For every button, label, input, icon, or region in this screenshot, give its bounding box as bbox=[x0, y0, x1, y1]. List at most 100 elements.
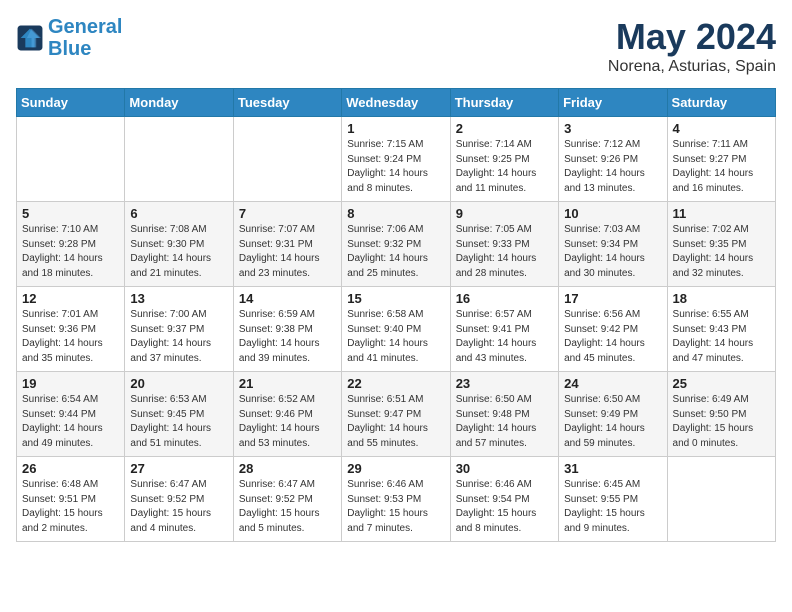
calendar-cell: 19Sunrise: 6:54 AMSunset: 9:44 PMDayligh… bbox=[17, 372, 125, 457]
calendar-header: SundayMondayTuesdayWednesdayThursdayFrid… bbox=[17, 89, 776, 117]
day-content: Sunrise: 7:07 AMSunset: 9:31 PMDaylight:… bbox=[239, 223, 336, 281]
day-number: 13 bbox=[130, 291, 227, 306]
day-info-line: and 55 minutes. bbox=[347, 438, 418, 449]
day-info-line: Daylight: 15 hours bbox=[22, 508, 103, 519]
day-info-line: Daylight: 14 hours bbox=[456, 338, 537, 349]
day-info-line: Sunrise: 6:53 AM bbox=[130, 394, 206, 405]
day-number: 11 bbox=[673, 206, 770, 221]
day-info-line: Sunset: 9:25 PM bbox=[456, 154, 530, 165]
day-number: 18 bbox=[673, 291, 770, 306]
day-content: Sunrise: 7:05 AMSunset: 9:33 PMDaylight:… bbox=[456, 223, 553, 281]
day-info-line: Daylight: 14 hours bbox=[130, 423, 211, 434]
day-info-line: Sunrise: 6:49 AM bbox=[673, 394, 749, 405]
calendar-cell: 9Sunrise: 7:05 AMSunset: 9:33 PMDaylight… bbox=[450, 202, 558, 287]
day-info-line: and 57 minutes. bbox=[456, 438, 527, 449]
day-content: Sunrise: 6:51 AMSunset: 9:47 PMDaylight:… bbox=[347, 393, 444, 451]
day-info-line: Sunrise: 7:07 AM bbox=[239, 224, 315, 235]
day-number: 8 bbox=[347, 206, 444, 221]
day-info-line: Daylight: 14 hours bbox=[456, 253, 537, 264]
day-info-line: and 16 minutes. bbox=[673, 183, 744, 194]
calendar-cell: 2Sunrise: 7:14 AMSunset: 9:25 PMDaylight… bbox=[450, 117, 558, 202]
day-info-line: Sunrise: 6:46 AM bbox=[456, 479, 532, 490]
day-content: Sunrise: 6:57 AMSunset: 9:41 PMDaylight:… bbox=[456, 308, 553, 366]
weekday-header: Saturday bbox=[667, 89, 775, 117]
day-number: 16 bbox=[456, 291, 553, 306]
logo-icon bbox=[16, 24, 44, 52]
location-title: Norena, Asturias, Spain bbox=[608, 58, 776, 76]
day-info-line: Sunrise: 6:47 AM bbox=[239, 479, 315, 490]
day-info-line: and 30 minutes. bbox=[564, 268, 635, 279]
logo-blue: Blue bbox=[48, 38, 91, 60]
calendar-cell: 12Sunrise: 7:01 AMSunset: 9:36 PMDayligh… bbox=[17, 287, 125, 372]
day-info-line: and 45 minutes. bbox=[564, 353, 635, 364]
day-info-line: and 11 minutes. bbox=[456, 183, 526, 194]
day-info-line: Sunset: 9:28 PM bbox=[22, 239, 96, 250]
weekday-header: Sunday bbox=[17, 89, 125, 117]
day-info-line: Sunset: 9:37 PM bbox=[130, 324, 204, 335]
day-info-line: and 47 minutes. bbox=[673, 353, 744, 364]
calendar-cell: 8 Sunrise: 7:06 AMSunset: 9:32 PMDaylight… bbox=[342, 202, 450, 287]
day-info-line: Sunset: 9:24 PM bbox=[347, 154, 421, 165]
calendar-cell: 1Sunrise: 7:15 AMSunset: 9:24 PMDaylight… bbox=[342, 117, 450, 202]
day-content: Sunrise: 6:49 AMSunset: 9:50 PMDaylight:… bbox=[673, 393, 770, 451]
day-info-line: Daylight: 14 hours bbox=[564, 423, 645, 434]
calendar-cell: 16 Sunrise: 6:57 AMSunset: 9:41 PMDayligh… bbox=[450, 287, 558, 372]
day-number: 26 bbox=[22, 461, 119, 476]
day-info-line: Sunrise: 6:57 AM bbox=[456, 309, 532, 320]
day-number: 27 bbox=[130, 461, 227, 476]
calendar-cell: 14Sunrise: 6:59 AMSunset: 9:38 PMDayligh… bbox=[233, 287, 341, 372]
day-info-line: Daylight: 14 hours bbox=[22, 338, 103, 349]
calendar-cell: 10Sunrise: 7:03 AMSunset: 9:34 PMDayligh… bbox=[559, 202, 667, 287]
day-number: 21 bbox=[239, 376, 336, 391]
day-info-line: Sunset: 9:49 PM bbox=[564, 409, 638, 420]
day-info-line: and 37 minutes. bbox=[130, 353, 201, 364]
day-content: Sunrise: 6:46 AMSunset: 9:54 PMDaylight:… bbox=[456, 478, 553, 536]
day-info-line: and 2 minutes. bbox=[22, 523, 88, 534]
day-info-line: and 49 minutes. bbox=[22, 438, 93, 449]
day-info-line: and 51 minutes. bbox=[130, 438, 201, 449]
day-content: Sunrise: 6:50 AMSunset: 9:49 PMDaylight:… bbox=[564, 393, 661, 451]
logo-text: General Blue bbox=[48, 16, 122, 60]
day-info-line: Sunrise: 7:12 AM bbox=[564, 139, 640, 150]
day-info-line: Sunset: 9:45 PM bbox=[130, 409, 204, 420]
day-info-line: Sunset: 9:50 PM bbox=[673, 409, 747, 420]
day-info-line: Sunrise: 7:08 AM bbox=[130, 224, 206, 235]
day-info-line: Daylight: 14 hours bbox=[564, 253, 645, 264]
day-info-line: Sunrise: 7:01 AM bbox=[22, 309, 98, 320]
day-info-line: Sunset: 9:51 PM bbox=[22, 494, 96, 505]
day-info-line: Sunrise: 7:10 AM bbox=[22, 224, 98, 235]
day-info-line: Daylight: 14 hours bbox=[130, 338, 211, 349]
day-info-line: and 8 minutes. bbox=[456, 523, 522, 534]
day-content: Sunrise: 7:15 AMSunset: 9:24 PMDaylight:… bbox=[347, 138, 444, 196]
calendar-week-row: 26Sunrise: 6:48 AMSunset: 9:51 PMDayligh… bbox=[17, 457, 776, 542]
day-info-line: Daylight: 14 hours bbox=[239, 423, 320, 434]
calendar-cell: 3Sunrise: 7:12 AMSunset: 9:26 PMDaylight… bbox=[559, 117, 667, 202]
day-info-line: Daylight: 15 hours bbox=[564, 508, 645, 519]
day-info-line: Daylight: 14 hours bbox=[347, 253, 428, 264]
calendar-cell: 23Sunrise: 6:50 AMSunset: 9:48 PMDayligh… bbox=[450, 372, 558, 457]
day-info-line: and 23 minutes. bbox=[239, 268, 310, 279]
calendar-cell bbox=[125, 117, 233, 202]
header-row: SundayMondayTuesdayWednesdayThursdayFrid… bbox=[17, 89, 776, 117]
day-content: Sunrise: 7:06 AMSunset: 9:32 PMDaylight:… bbox=[347, 223, 444, 281]
day-info-line: Sunrise: 7:05 AM bbox=[456, 224, 532, 235]
calendar-body: 1Sunrise: 7:15 AMSunset: 9:24 PMDaylight… bbox=[17, 117, 776, 542]
day-number: 19 bbox=[22, 376, 119, 391]
calendar-week-row: 5Sunrise: 7:10 AMSunset: 9:28 PMDaylight… bbox=[17, 202, 776, 287]
day-info-line: and 41 minutes. bbox=[347, 353, 418, 364]
day-number: 30 bbox=[456, 461, 553, 476]
day-info-line: Daylight: 14 hours bbox=[564, 168, 645, 179]
calendar-cell: 13Sunrise: 7:00 AMSunset: 9:37 PMDayligh… bbox=[125, 287, 233, 372]
day-number: 3 bbox=[564, 121, 661, 136]
calendar-cell: 24Sunrise: 6:50 AMSunset: 9:49 PMDayligh… bbox=[559, 372, 667, 457]
day-number: 20 bbox=[130, 376, 227, 391]
day-content: Sunrise: 7:11 AMSunset: 9:27 PMDaylight:… bbox=[673, 138, 770, 196]
day-number: 25 bbox=[673, 376, 770, 391]
day-info-line: Sunrise: 6:50 AM bbox=[456, 394, 532, 405]
day-info-line: Sunrise: 6:58 AM bbox=[347, 309, 423, 320]
day-info-line: Daylight: 15 hours bbox=[239, 508, 320, 519]
day-content: Sunrise: 7:03 AMSunset: 9:34 PMDaylight:… bbox=[564, 223, 661, 281]
day-info-line: Sunrise: 7:03 AM bbox=[564, 224, 640, 235]
day-info-line: Daylight: 14 hours bbox=[673, 253, 754, 264]
calendar-cell: 21Sunrise: 6:52 AMSunset: 9:46 PMDayligh… bbox=[233, 372, 341, 457]
